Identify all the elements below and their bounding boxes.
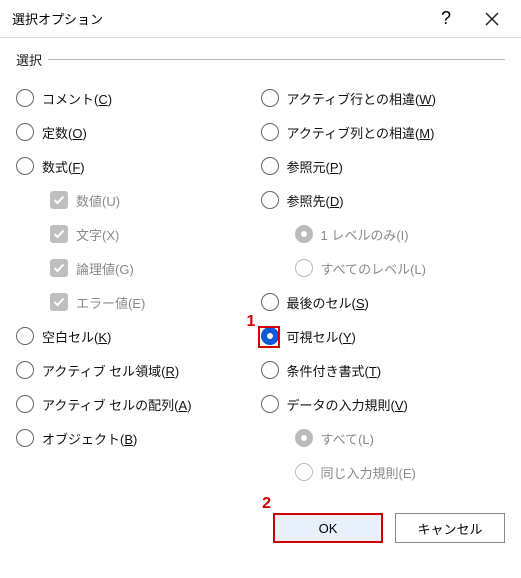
radio-icon bbox=[295, 463, 313, 481]
check-errors: エラー値(E) bbox=[16, 285, 261, 319]
dialog-title: 選択オプション bbox=[12, 9, 423, 28]
close-button[interactable] bbox=[469, 3, 515, 35]
radio-icon bbox=[295, 225, 313, 243]
radio-icon bbox=[261, 191, 279, 209]
radio-dv-same: 同じ入力規則(E) bbox=[261, 455, 506, 489]
radio-label: 可視セル(Y) bbox=[287, 327, 356, 346]
radio-label: オブジェクト(B) bbox=[42, 429, 137, 448]
radio-label: すべて(L) bbox=[321, 429, 374, 448]
cancel-button[interactable]: キャンセル bbox=[395, 513, 505, 543]
radio-all-levels: すべてのレベル(L) bbox=[261, 251, 506, 285]
radio-one-level: 1 レベルのみ(I) bbox=[261, 217, 506, 251]
radio-blanks[interactable]: 空白セル(K) bbox=[16, 319, 261, 353]
radio-label: 参照元(P) bbox=[287, 157, 343, 176]
radio-visible-cells[interactable]: 1 可視セル(Y) bbox=[261, 319, 506, 353]
radio-current-region[interactable]: アクティブ セル領域(R) bbox=[16, 353, 261, 387]
radio-icon bbox=[16, 89, 34, 107]
group-legend: 選択 bbox=[16, 50, 48, 69]
radio-label: アクティブ セルの配列(A) bbox=[42, 395, 192, 414]
radio-data-validation[interactable]: データの入力規則(V) bbox=[261, 387, 506, 421]
check-logical: 論理値(G) bbox=[16, 251, 261, 285]
radio-label: 参照先(D) bbox=[287, 191, 344, 210]
radio-label: アクティブ行との相違(W) bbox=[287, 89, 436, 108]
right-column: アクティブ行との相違(W) アクティブ列との相違(M) 参照元(P) 参照先(D… bbox=[261, 81, 506, 489]
radio-label: 条件付き書式(T) bbox=[287, 361, 382, 380]
radio-label: 1 レベルのみ(I) bbox=[321, 225, 409, 244]
radio-icon bbox=[16, 395, 34, 413]
radio-label: アクティブ列との相違(M) bbox=[287, 123, 435, 142]
radio-icon bbox=[261, 89, 279, 107]
radio-label: 数式(F) bbox=[42, 157, 85, 176]
close-icon bbox=[485, 12, 499, 26]
annotation-marker-2: 2 bbox=[262, 495, 271, 513]
radio-icon bbox=[16, 429, 34, 447]
help-button[interactable]: ? bbox=[423, 3, 469, 35]
radio-icon bbox=[16, 361, 34, 379]
radio-icon bbox=[295, 429, 313, 447]
radio-current-array[interactable]: アクティブ セルの配列(A) bbox=[16, 387, 261, 421]
radio-objects[interactable]: オブジェクト(B) bbox=[16, 421, 261, 455]
checkbox-icon bbox=[50, 259, 68, 277]
check-numbers: 数値(U) bbox=[16, 183, 261, 217]
radio-icon bbox=[261, 293, 279, 311]
radio-label: すべてのレベル(L) bbox=[321, 259, 426, 278]
ok-button[interactable]: OK bbox=[273, 513, 383, 543]
radio-last-cell[interactable]: 最後のセル(S) bbox=[261, 285, 506, 319]
radio-icon bbox=[16, 123, 34, 141]
radio-label: コメント(C) bbox=[42, 89, 112, 108]
checkbox-icon bbox=[50, 225, 68, 243]
check-label: 数値(U) bbox=[76, 191, 120, 210]
help-icon: ? bbox=[441, 8, 451, 29]
annotation-highlight-1 bbox=[258, 326, 280, 348]
radio-constants[interactable]: 定数(O) bbox=[16, 115, 261, 149]
radio-precedents[interactable]: 参照元(P) bbox=[261, 149, 506, 183]
radio-col-diff[interactable]: アクティブ列との相違(M) bbox=[261, 115, 506, 149]
radio-label: 最後のセル(S) bbox=[287, 293, 369, 312]
check-text: 文字(X) bbox=[16, 217, 261, 251]
radio-row-diff[interactable]: アクティブ行との相違(W) bbox=[261, 81, 506, 115]
button-label: キャンセル bbox=[417, 519, 482, 538]
annotation-marker-1: 1 bbox=[247, 313, 256, 331]
radio-dependents[interactable]: 参照先(D) bbox=[261, 183, 506, 217]
checkbox-icon bbox=[50, 191, 68, 209]
radio-icon bbox=[261, 395, 279, 413]
select-group: 選択 コメント(C) 定数(O) 数式(F) 数値(U) 文字(X) 論理値(G… bbox=[16, 50, 505, 489]
radio-icon bbox=[16, 157, 34, 175]
radio-formulas[interactable]: 数式(F) bbox=[16, 149, 261, 183]
radio-icon bbox=[295, 259, 313, 277]
radio-icon bbox=[261, 157, 279, 175]
radio-comments[interactable]: コメント(C) bbox=[16, 81, 261, 115]
radio-label: 定数(O) bbox=[42, 123, 87, 142]
radio-label: 空白セル(K) bbox=[42, 327, 111, 346]
button-label: OK bbox=[319, 521, 338, 536]
left-column: コメント(C) 定数(O) 数式(F) 数値(U) 文字(X) 論理値(G) エ… bbox=[16, 81, 261, 489]
radio-cond-format[interactable]: 条件付き書式(T) bbox=[261, 353, 506, 387]
radio-icon bbox=[261, 361, 279, 379]
checkbox-icon bbox=[50, 293, 68, 311]
radio-label: 同じ入力規則(E) bbox=[321, 463, 416, 482]
radio-label: データの入力規則(V) bbox=[287, 395, 408, 414]
check-label: 論理値(G) bbox=[76, 259, 134, 278]
radio-label: アクティブ セル領域(R) bbox=[42, 361, 179, 380]
radio-icon bbox=[16, 327, 34, 345]
radio-dv-all: すべて(L) bbox=[261, 421, 506, 455]
check-label: エラー値(E) bbox=[76, 293, 145, 312]
check-label: 文字(X) bbox=[76, 225, 119, 244]
radio-icon bbox=[261, 123, 279, 141]
